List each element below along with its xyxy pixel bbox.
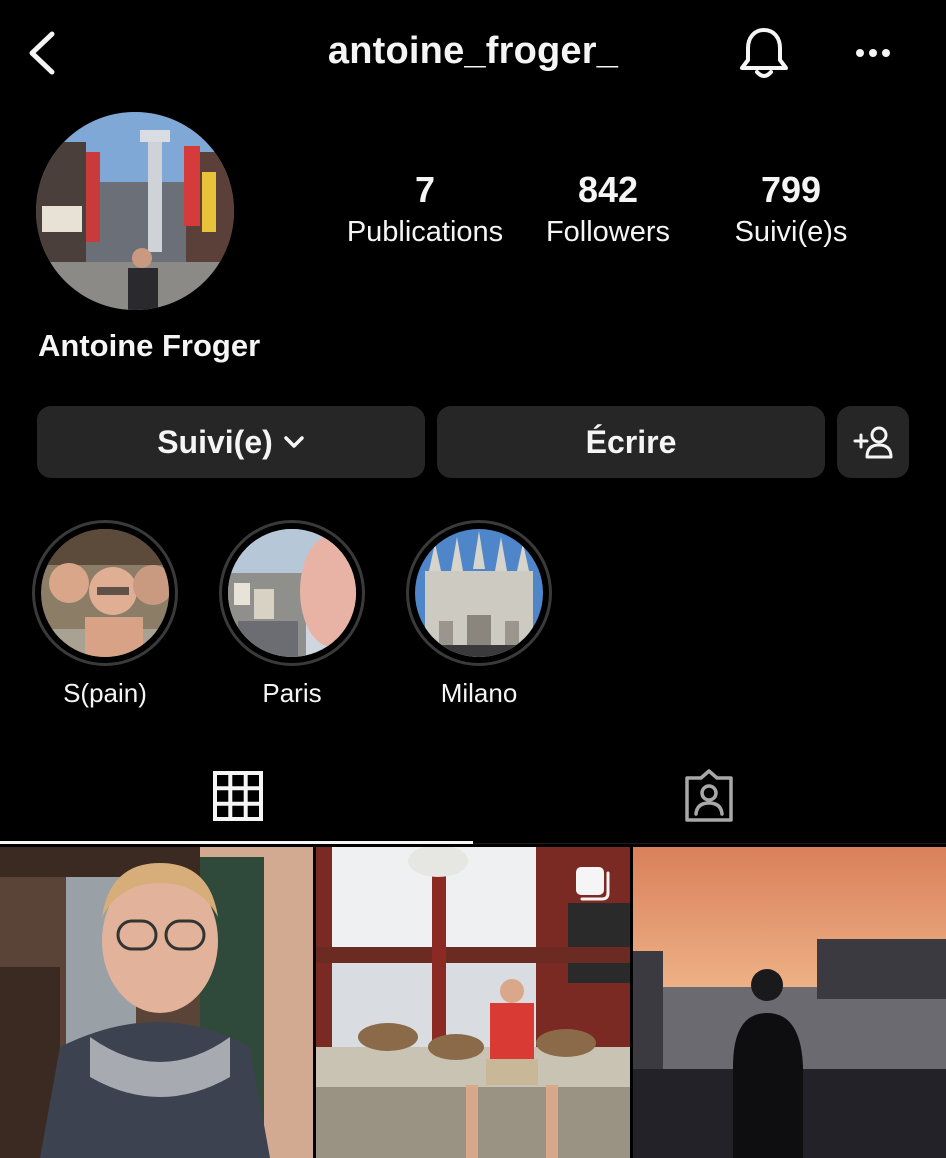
multiple-photos-icon	[576, 867, 610, 901]
stat-posts-label: Publications	[346, 216, 504, 248]
stat-posts: 7 Publications	[330, 170, 520, 252]
add-user-button[interactable]	[837, 406, 909, 478]
stat-followers[interactable]: 842 Followers	[513, 170, 703, 252]
tagged-icon[interactable]	[681, 768, 737, 824]
highlight-paris[interactable]: Paris	[219, 520, 365, 709]
display-name: Antoine Froger	[38, 328, 261, 363]
highlight-cover	[406, 520, 552, 666]
stat-posts-count: 7	[414, 169, 436, 210]
stat-followers-label: Followers	[545, 216, 671, 248]
post-thumbnail[interactable]	[633, 847, 946, 1158]
highlight-label: Paris	[262, 678, 322, 708]
message-button[interactable]: Écrire	[437, 406, 825, 478]
following-button[interactable]: Suivi(e)	[37, 406, 425, 478]
highlight-cover	[32, 520, 178, 666]
following-button-label: Suivi(e)	[157, 423, 273, 460]
post-thumbnail[interactable]	[0, 847, 313, 1158]
post-thumbnail[interactable]	[316, 847, 630, 1158]
add-user-icon	[853, 426, 893, 459]
bell-icon[interactable]	[736, 24, 792, 82]
profile-avatar[interactable]	[36, 112, 234, 310]
chevron-down-icon	[284, 436, 304, 448]
stat-following-label: Suivi(e)s	[734, 216, 848, 248]
stat-followers-count: 842	[577, 169, 639, 210]
highlight-milano[interactable]: Milano	[406, 520, 552, 709]
grid-icon[interactable]	[210, 768, 266, 824]
profile-header: antoine_froger_	[0, 0, 946, 106]
highlight-label: Milano	[440, 678, 518, 708]
stat-following-count: 799	[760, 169, 822, 210]
username-title: antoine_froger_	[327, 30, 619, 72]
highlight-cover	[219, 520, 365, 666]
highlight-label: S(pain)	[63, 678, 147, 708]
active-tab-indicator	[0, 841, 473, 844]
message-button-label: Écrire	[585, 423, 677, 460]
stat-following[interactable]: 799 Suivi(e)s	[696, 170, 886, 252]
more-horizontal-icon[interactable]	[852, 36, 894, 70]
highlight-spain[interactable]: S(pain)	[32, 520, 178, 709]
